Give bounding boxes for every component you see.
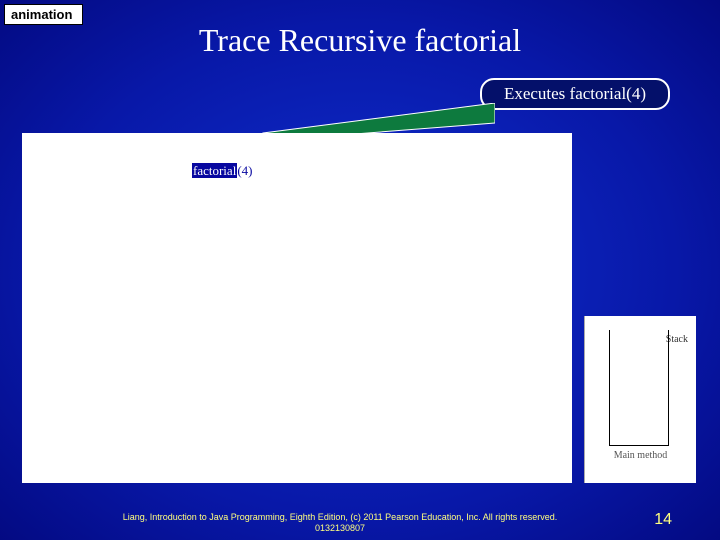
callout-box: Executes factorial(4) bbox=[480, 78, 670, 110]
stack-visual bbox=[609, 330, 669, 446]
stack-heading: Stack bbox=[666, 334, 688, 345]
page-number: 14 bbox=[654, 511, 672, 529]
function-name-label: factorial bbox=[192, 163, 237, 178]
trace-diagram-panel: factorial(4) bbox=[22, 133, 572, 483]
factorial-call-node: factorial(4) bbox=[192, 163, 252, 179]
function-arg-label: (4) bbox=[237, 163, 252, 178]
slide-title: Trace Recursive factorial bbox=[0, 22, 720, 59]
stack-panel: Stack Main method bbox=[584, 316, 696, 483]
footer-citation: Liang, Introduction to Java Programming,… bbox=[110, 512, 570, 535]
stack-main-method-label: Main method bbox=[585, 450, 696, 461]
